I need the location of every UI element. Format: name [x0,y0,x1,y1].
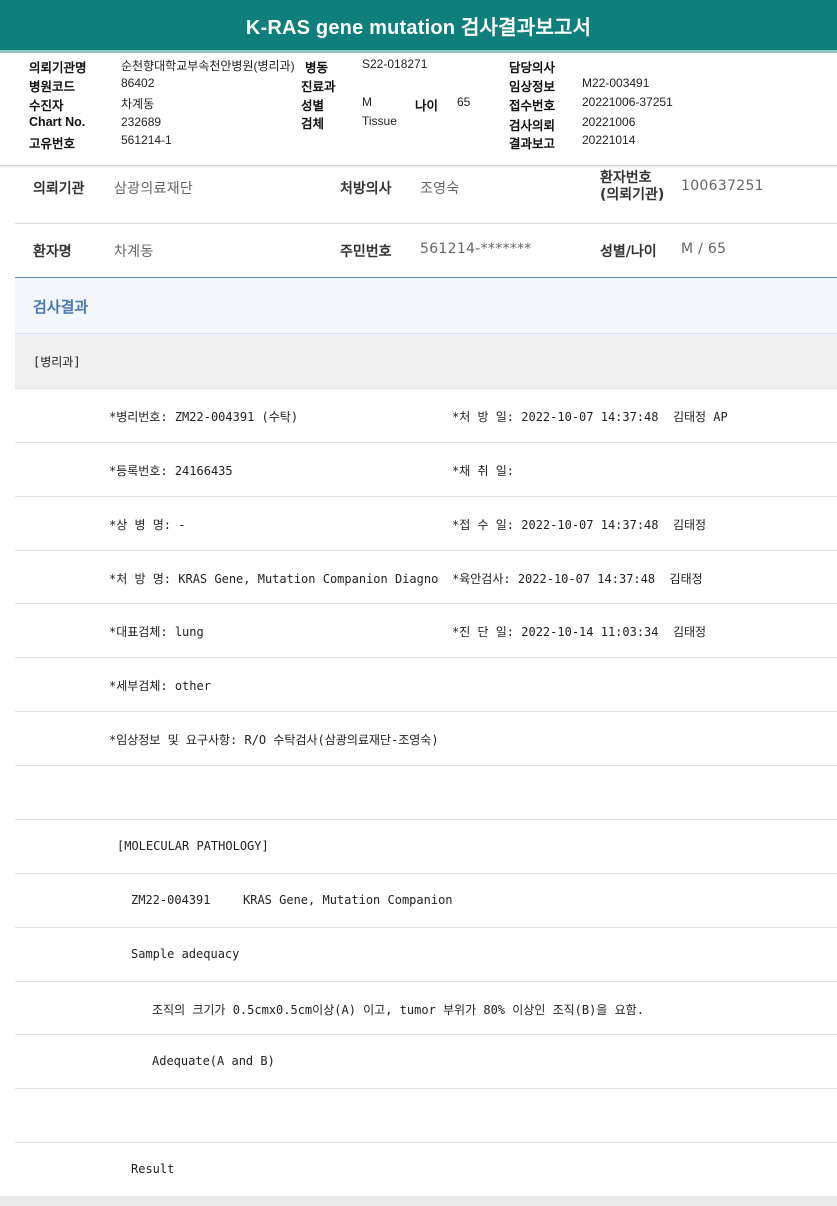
table-row: *임상정보 및 요구사항: R/O 수탁검사(삼광의료재단-조영숙) [15,712,837,766]
department-label: [병리과] [33,355,81,369]
dept-label: 진료과 [301,80,336,94]
chart-label: Chart No. [29,115,86,129]
request-label: 검사의뢰 [509,119,556,133]
report-row: Result [15,1143,837,1196]
id-value: 561214-1 [121,133,172,147]
molecular-pathology-heading: [MOLECULAR PATHOLOGY] [117,839,269,853]
row-right: *육안검사: 2022-10-07 14:37:48 김태정 [452,572,703,586]
table-row: *대표검체: lung *진 단 일: 2022-10-14 11:03:34 … [15,604,837,658]
age-label: 나이 [415,99,439,113]
table-row: *처 방 명: KRAS Gene, Mutation Companion Di… [15,551,837,604]
row-left: *세부검체: other [109,679,211,693]
report-row: ZM22-004391 KRAS Gene, Mutation Companio… [15,874,837,928]
hospital-code-label: 병원코드 [29,80,76,94]
patient-no-label: 환자번호 (의뢰기관) [600,170,665,203]
request-value: 20221006 [582,115,636,129]
sexage-label: 성별/나이 [600,244,657,260]
report-row: Sample adequacy [15,928,837,982]
sex-value: M [362,95,372,109]
row-right: *채 취 일: [452,464,515,478]
patient-no-value: 100637251 [681,178,764,194]
sex-label: 성별 [301,99,325,113]
receipt-label: 접수번호 [509,99,556,113]
sample-adequacy-heading: Sample adequacy [131,947,240,961]
info-row-2: 환자명 차계동 주민번호 561214-******* 성별/나이 M / 65 [15,224,837,278]
case-number: ZM22-004391 [131,893,211,907]
name-label: 환자명 [33,244,72,260]
table-row: *상 병 명: - *접 수 일: 2022-10-07 14:37:48 김태… [15,497,837,551]
specimen-value: Tissue [362,114,397,128]
department-row: [병리과] [15,334,837,389]
blank-row [15,1089,837,1143]
report-date-label: 결과보고 [509,137,556,151]
blank-row [15,766,837,820]
institution-value: 삼광의료재단 [114,181,194,197]
prescriber-label: 처방의사 [340,181,392,197]
row-left: *처 방 명: KRAS Gene, Mutation Companion Di… [109,572,439,586]
id-label: 고유번호 [29,137,76,151]
ward-label: 병동 [303,57,329,76]
hospital-code-value: 86402 [121,76,155,90]
table-row: *등록번호: 24166435 *채 취 일: [15,443,837,497]
report-header: 의뢰기관명 순천향대학교부속천안병원(병리과) 병원코드 86402 수진자 차… [0,53,837,166]
doctor-label: 담당의사 [509,61,556,75]
institution-label: 의뢰기관 [33,181,85,197]
row-right: *진 단 일: 2022-10-14 11:03:34 김태정 [452,625,707,639]
case-test-name: KRAS Gene, Mutation Companion [243,893,453,907]
adequacy-result: Adequate(A and B) [152,1054,275,1068]
clinical-label: 임상정보 [509,80,556,94]
adequacy-criteria: 조직의 크기가 0.5cmx0.5cm이상(A) 이고, tumor 부위가 8… [152,1003,644,1017]
age-value: 65 [457,95,471,109]
rrn-value: 561214-******* [420,241,532,257]
clinical-value: M22-003491 [582,76,650,90]
row-left: *병리번호: ZM22-004391 (수탁) [109,410,299,424]
row-left: *임상정보 및 요구사항: R/O 수탁검사(삼광의료재단-조영숙) [109,733,439,747]
sexage-value: M / 65 [681,241,727,257]
report-row: [MOLECULAR PATHOLOGY] [15,820,837,874]
result-heading: Result [131,1162,175,1176]
row-left: *등록번호: 24166435 [109,464,233,478]
report-date-value: 20221014 [582,133,636,147]
ward-value: S22-018271 [362,57,428,71]
report-title: K-RAS gene mutation 검사결과보고서 [0,0,837,53]
info-row-1: 의뢰기관 삼광의료재단 처방의사 조영숙 환자번호 (의뢰기관) 1006372… [15,168,837,224]
table-row: *병리번호: ZM22-004391 (수탁) *처 방 일: 2022-10-… [15,389,837,443]
org-label: 의뢰기관명 [29,61,87,75]
patient-label: 수진자 [29,99,64,113]
row-left: *상 병 명: - [109,518,186,532]
bottom-edge [0,1196,837,1206]
receipt-value: 20221006-37251 [582,95,673,109]
table-row: *세부검체: other [15,658,837,712]
report-row: 조직의 크기가 0.5cmx0.5cm이상(A) 이고, tumor 부위가 8… [15,982,837,1035]
rrn-label: 주민번호 [340,244,392,260]
row-left: *대표검체: lung [109,625,204,639]
row-right: *접 수 일: 2022-10-07 14:37:48 김태정 [452,518,707,532]
prescriber-value: 조영숙 [420,181,460,197]
row-right: *처 방 일: 2022-10-07 14:37:48 김태정 AP [452,410,728,424]
name-value: 차계동 [114,244,154,260]
section-title: 검사결과 [33,298,89,316]
org-value: 순천향대학교부속천안병원(병리과) [121,59,295,73]
report-row: Adequate(A and B) [15,1035,837,1089]
result-section-header: 검사결과 [15,278,837,334]
patient-value: 차계동 [121,97,155,111]
chart-value: 232689 [121,115,162,129]
specimen-label: 검체 [301,117,325,131]
